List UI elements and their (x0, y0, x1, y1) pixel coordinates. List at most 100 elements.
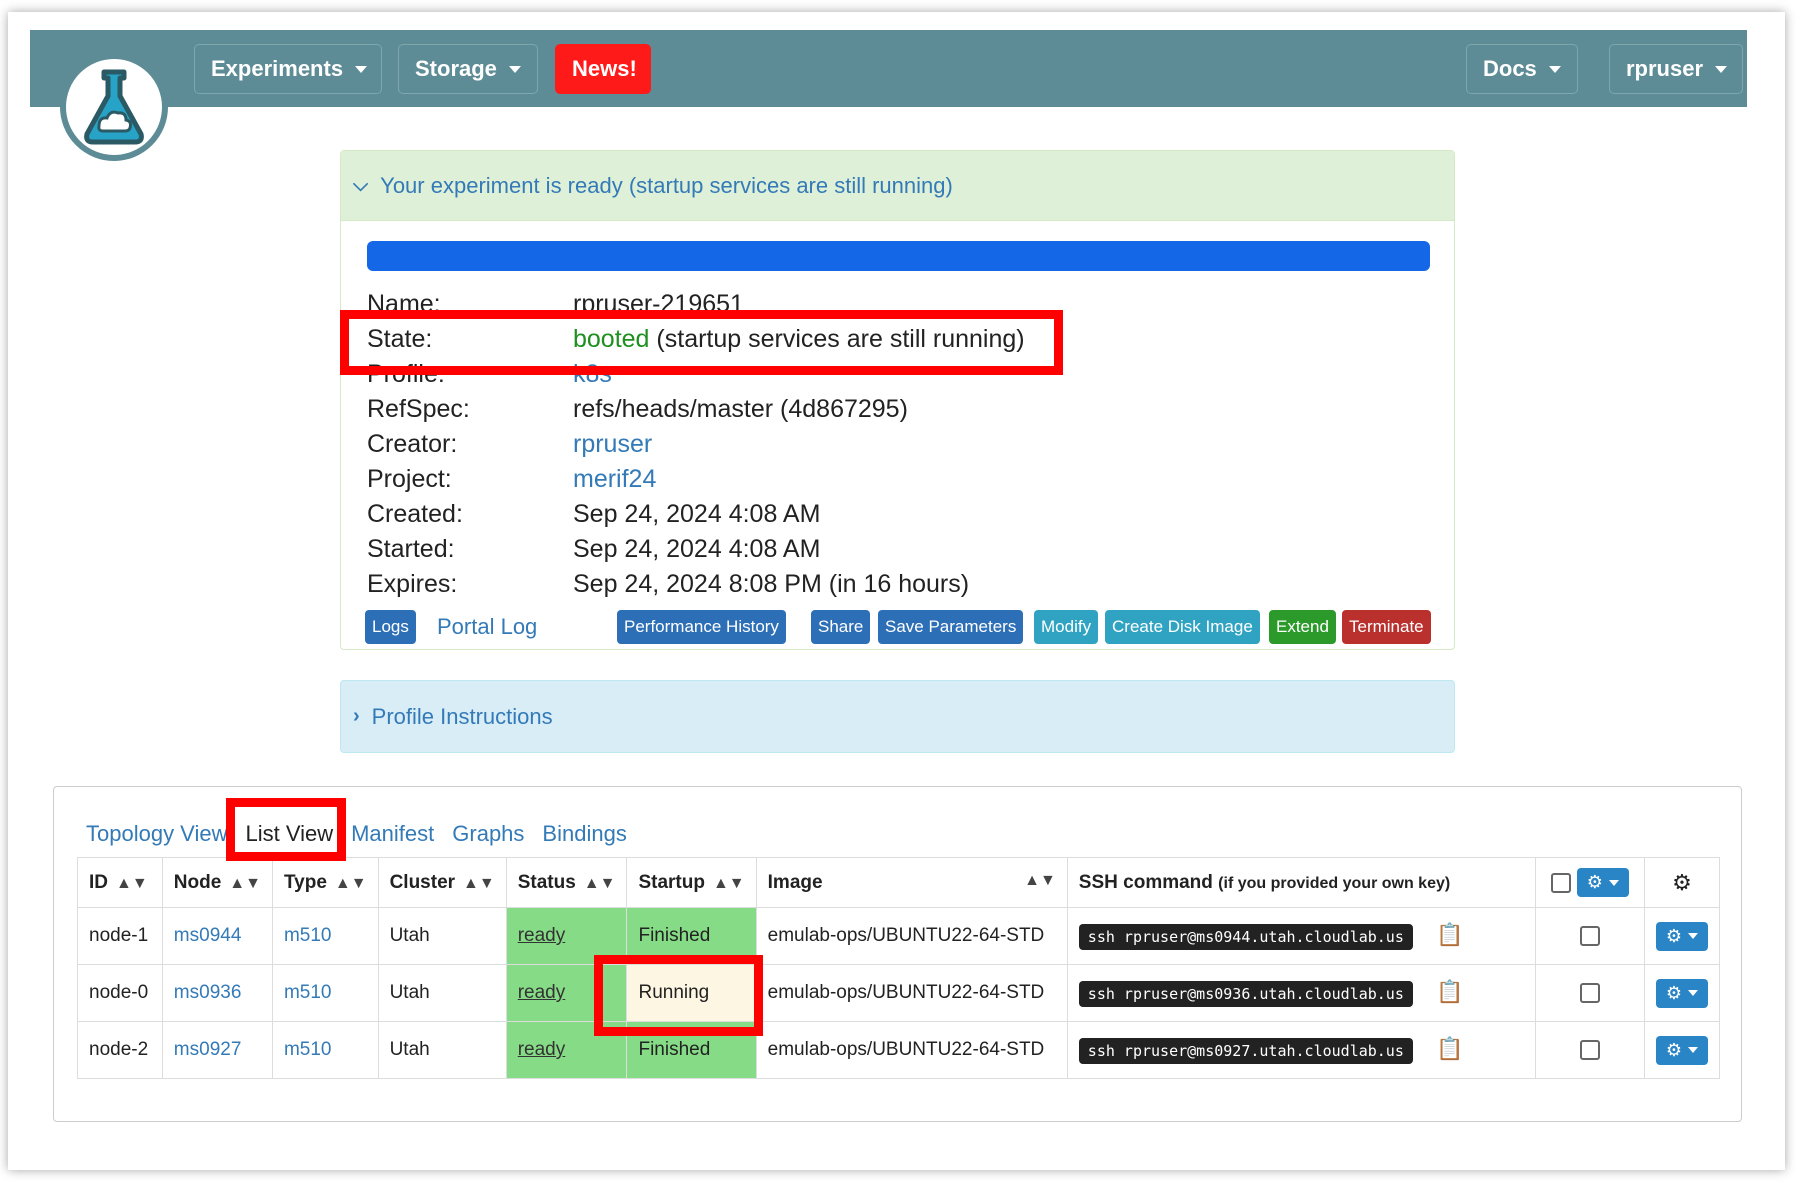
experiments-menu-button[interactable]: Experiments (194, 44, 382, 94)
creator-link[interactable]: rpruser (573, 430, 652, 459)
profile-instructions-panel[interactable]: › Profile Instructions (340, 680, 1455, 753)
clipboard-icon[interactable]: 📋 (1436, 922, 1463, 947)
status-link[interactable]: ready (518, 1039, 566, 1060)
modify-button[interactable]: Modify (1034, 610, 1099, 644)
save-parameters-button[interactable]: Save Parameters (878, 610, 1024, 644)
col-cluster[interactable]: Cluster ▲▼ (377, 857, 507, 908)
col-image[interactable]: Image ▲▼ (755, 857, 1068, 908)
gear-icon: ⚙ (1586, 872, 1603, 892)
sort-icon: ▲▼ (334, 874, 367, 892)
performance-history-button[interactable]: Performance History (617, 610, 786, 644)
clipboard-icon[interactable]: 📋 (1436, 979, 1463, 1004)
caret-down-icon (1715, 65, 1728, 73)
sort-icon: ▲▼ (229, 874, 261, 892)
cell-image: emulab-ops/UBUNTU22-64-STD (755, 907, 1068, 965)
project-link[interactable]: merif24 (573, 465, 656, 494)
caret-down-icon (508, 65, 521, 73)
clipboard-icon[interactable]: 📋 (1436, 1036, 1463, 1061)
project-label: Project: (367, 465, 452, 493)
sort-icon: ▲▼ (1024, 871, 1056, 889)
row-checkbox[interactable] (1580, 1039, 1601, 1060)
col-ssh: SSH command (if you provided your own ke… (1066, 857, 1537, 908)
chevron-down-icon: ⌵ (353, 174, 369, 196)
cell-image: emulab-ops/UBUNTU22-64-STD (755, 964, 1068, 1022)
sort-icon: ▲▼ (116, 874, 148, 892)
chevron-right-icon: › (353, 705, 360, 727)
node-link[interactable]: ms0944 (174, 925, 242, 946)
table-row: node-0 ms0936 m510 Utah ready Running em… (77, 964, 1721, 1022)
view-tabs: Topology View List View Manifest Graphs … (86, 821, 645, 847)
node-actions-button[interactable]: ⚙ (1655, 978, 1708, 1008)
cloudlab-logo[interactable] (60, 53, 168, 161)
col-node[interactable]: Node ▲▼ (161, 857, 273, 908)
gear-icon: ⚙ (1665, 925, 1682, 946)
cell-cluster: Utah (377, 1021, 507, 1079)
sort-icon: ▲▼ (583, 874, 616, 892)
info-row-refspec: RefSpec: refs/heads/master (4d867295) (367, 392, 908, 427)
col-id-label: ID (89, 871, 108, 893)
node-link[interactable]: ms0936 (174, 982, 242, 1003)
terminate-button[interactable]: Terminate (1342, 610, 1431, 644)
expires-label: Expires: (367, 570, 458, 598)
status-link[interactable]: ready (518, 982, 566, 1003)
col-id[interactable]: ID ▲▼ (77, 857, 163, 908)
profile-instructions-label: Profile Instructions (371, 703, 553, 729)
creator-label: Creator: (367, 430, 458, 458)
ssh-command[interactable]: ssh rpruser@ms0927.utah.cloudlab.us (1078, 1038, 1413, 1064)
created-value: Sep 24, 2024 4:08 AM (573, 500, 821, 528)
storage-menu-button[interactable]: Storage (398, 44, 538, 94)
docs-menu-button[interactable]: Docs (1466, 44, 1578, 94)
news-button[interactable]: News! (555, 44, 651, 94)
ssh-command[interactable]: ssh rpruser@ms0936.utah.cloudlab.us (1078, 981, 1413, 1007)
extend-button[interactable]: Extend (1269, 610, 1336, 644)
share-button[interactable]: Share (811, 610, 871, 644)
cell-id: node-1 (77, 907, 163, 965)
node-actions-button[interactable]: ⚙ (1655, 921, 1708, 951)
gear-icon: ⚙ (1672, 869, 1692, 895)
col-status-label: Status (517, 871, 576, 893)
info-row-project: Project: merif24 (367, 462, 656, 497)
news-label: News! (572, 56, 637, 81)
row-checkbox[interactable] (1580, 982, 1601, 1003)
node-link[interactable]: ms0927 (174, 1039, 242, 1060)
caret-down-icon (1608, 879, 1619, 886)
experiments-label: Experiments (211, 56, 344, 81)
node-list-table: ID ▲▼ Node ▲▼ Type ▲▼ Cluster ▲▼ Status ▲▼ St… (77, 857, 1721, 1079)
tab-graphs[interactable]: Graphs (452, 821, 524, 847)
refspec-value: refs/heads/master (4d867295) (573, 395, 908, 423)
highlight-state-box (340, 310, 1063, 375)
storage-label: Storage (415, 56, 497, 81)
tab-topology-view[interactable]: Topology View (86, 821, 227, 847)
user-label: rpruser (1626, 56, 1704, 81)
highlight-running-box (594, 955, 763, 1036)
portal-log-link[interactable]: Portal Log (437, 610, 537, 644)
select-all-checkbox[interactable] (1551, 872, 1572, 893)
info-row-started: Started: Sep 24, 2024 4:08 AM (367, 532, 820, 567)
type-link[interactable]: m510 (284, 925, 332, 946)
type-link[interactable]: m510 (284, 1039, 332, 1060)
progress-bar (367, 241, 1430, 271)
create-disk-image-button[interactable]: Create Disk Image (1105, 610, 1260, 644)
col-image-label: Image (767, 871, 823, 893)
node-actions-button[interactable]: ⚙ (1655, 1035, 1708, 1065)
cell-cluster: Utah (377, 964, 507, 1022)
logs-button[interactable]: Logs (365, 610, 416, 644)
type-link[interactable]: m510 (284, 982, 332, 1003)
experiment-status-header[interactable]: ⌵ Your experiment is ready (startup serv… (341, 151, 1454, 221)
col-startup[interactable]: Startup ▲▼ (626, 857, 757, 908)
status-link[interactable]: ready (518, 925, 566, 946)
tab-manifest[interactable]: Manifest (351, 821, 434, 847)
tab-bindings[interactable]: Bindings (542, 821, 626, 847)
col-type[interactable]: Type ▲▼ (271, 857, 379, 908)
col-status[interactable]: Status ▲▼ (505, 857, 628, 908)
user-menu-button[interactable]: rpruser (1609, 44, 1743, 94)
info-row-created: Created: Sep 24, 2024 4:08 AM (367, 497, 820, 532)
expires-value: Sep 24, 2024 8:08 PM (in 16 hours) (573, 570, 970, 598)
row-checkbox[interactable] (1580, 925, 1601, 946)
refspec-label: RefSpec: (367, 395, 470, 423)
ssh-command[interactable]: ssh rpruser@ms0944.utah.cloudlab.us (1078, 924, 1413, 950)
bulk-actions-button[interactable]: ⚙ (1576, 868, 1629, 897)
cell-id: node-2 (77, 1021, 163, 1079)
col-startup-label: Startup (638, 871, 705, 893)
col-actions: ⚙ (1643, 857, 1721, 908)
